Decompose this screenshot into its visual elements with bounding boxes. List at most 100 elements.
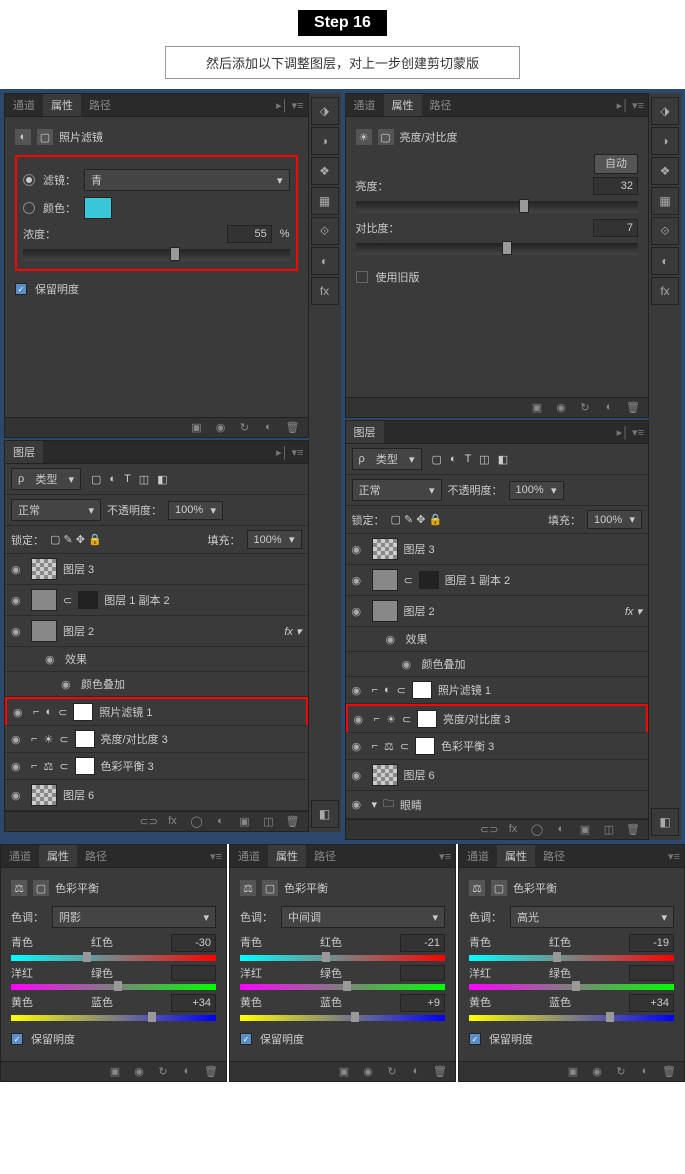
view-icon[interactable]: ◐ [178, 1065, 196, 1078]
tone-select[interactable]: 中间调▾ [281, 906, 445, 928]
panel-menu-icon[interactable]: ▸│ ▾≡ [613, 426, 648, 439]
tab-properties[interactable]: 属性 [497, 845, 535, 867]
layer-name[interactable]: 图层 6 [63, 787, 94, 803]
tab-path[interactable]: 路径 [77, 845, 115, 867]
layer-name[interactable]: 色彩平衡 3 [441, 738, 494, 754]
layer-thumb[interactable] [372, 600, 398, 622]
layer-kind-select[interactable]: ρ 类型▾ [352, 448, 422, 470]
new-icon[interactable]: ◫ [600, 823, 618, 836]
tab-properties[interactable]: 属性 [268, 845, 306, 867]
view-icon[interactable]: ◐ [407, 1065, 425, 1078]
tool-icon[interactable]: ◧ [651, 808, 679, 836]
link-icon[interactable]: ⊂⊃ [480, 823, 498, 836]
layer-thumb[interactable] [372, 569, 398, 591]
layer-mask[interactable] [73, 703, 93, 721]
reset-icon[interactable]: ↻ [154, 1065, 172, 1078]
mask-icon[interactable]: ▢ [33, 880, 49, 896]
tab-channel[interactable]: 通道 [459, 845, 497, 867]
eye-icon[interactable]: ◉ [61, 678, 75, 691]
layer-mask[interactable] [412, 681, 432, 699]
view-icon[interactable]: ◐ [636, 1065, 654, 1078]
tool-icon[interactable]: ◧ [311, 800, 339, 828]
highlighted-layer[interactable]: ◉⌐☀⊂亮度/对比度 3 [346, 704, 649, 733]
layer-thumb[interactable] [372, 764, 398, 786]
highlighted-layer[interactable]: ◉⌐◐⊂照片滤镜 1 [5, 697, 308, 726]
layer-mask[interactable] [417, 710, 437, 728]
layer-name[interactable]: 图层 1 副本 2 [104, 592, 169, 608]
tab-channel[interactable]: 通道 [230, 845, 268, 867]
eye-icon[interactable]: ◉ [352, 543, 366, 556]
panel-menu-icon[interactable]: ▸│ ▾≡ [613, 99, 648, 112]
panel-menu-icon[interactable]: ▾≡ [435, 850, 455, 863]
view-icon[interactable]: ◐ [260, 421, 278, 434]
tool-icon[interactable]: ▦ [651, 187, 679, 215]
mask-icon[interactable]: ▢ [378, 129, 394, 145]
eye-icon[interactable]: ◉ [588, 1065, 606, 1078]
adj-icon[interactable]: ◐ [552, 823, 570, 836]
mg-slider[interactable] [11, 984, 216, 990]
filter-radio[interactable] [23, 174, 35, 186]
layer-name[interactable]: 图层 6 [404, 767, 435, 783]
eye-icon[interactable]: ◉ [130, 1065, 148, 1078]
blue-value[interactable]: +34 [629, 994, 674, 1012]
blend-select[interactable]: 正常▾ [11, 499, 101, 521]
layer-mask[interactable] [75, 757, 95, 775]
fx-indicator[interactable]: fx ▾ [284, 625, 301, 638]
green-value[interactable] [629, 965, 674, 981]
tone-select[interactable]: 阴影▾ [52, 906, 216, 928]
eye-icon[interactable]: ◉ [13, 706, 27, 719]
mg-slider[interactable] [240, 984, 445, 990]
layer-name[interactable]: 亮度/对比度 3 [101, 731, 168, 747]
group-icon[interactable]: ▣ [236, 815, 254, 828]
tab-path[interactable]: 路径 [535, 845, 573, 867]
tab-path[interactable]: 路径 [81, 94, 119, 116]
blue-value[interactable]: +9 [400, 994, 445, 1012]
panel-menu-icon[interactable]: ▾≡ [664, 850, 684, 863]
trash-icon[interactable]: 🗑 [624, 823, 642, 836]
clip-icon[interactable]: ▣ [528, 401, 546, 414]
brightness-input[interactable]: 32 [593, 177, 638, 195]
layer-thumb[interactable] [31, 558, 57, 580]
eye-icon[interactable]: ◉ [552, 401, 570, 414]
layer-thumb[interactable] [31, 620, 57, 642]
eye-icon[interactable]: ◉ [354, 713, 368, 726]
eye-icon[interactable]: ◉ [11, 789, 25, 802]
preserve-checkbox[interactable]: ✓ [469, 1033, 481, 1045]
cr-slider[interactable] [469, 955, 674, 961]
eye-icon[interactable]: ◉ [11, 594, 25, 607]
mask-icon[interactable]: ◯ [528, 823, 546, 836]
tool-icon[interactable]: ⟐ [651, 217, 679, 245]
lock-icons[interactable]: ▢ ✎ ✥ 🔒 [391, 513, 443, 526]
lock-icons[interactable]: ▢ ✎ ✥ 🔒 [50, 533, 102, 546]
eye-icon[interactable]: ◉ [352, 684, 366, 697]
blue-value[interactable]: +34 [171, 994, 216, 1012]
filter-icons[interactable]: ▢◐T◫◧ [87, 473, 168, 486]
clip-icon[interactable]: ▣ [564, 1065, 582, 1078]
layer-name[interactable]: 照片滤镜 1 [438, 682, 491, 698]
red-value[interactable]: -19 [629, 934, 674, 952]
mask-icon[interactable]: ▢ [262, 880, 278, 896]
tab-path[interactable]: 路径 [306, 845, 344, 867]
red-value[interactable]: -30 [171, 934, 216, 952]
fill-input[interactable]: 100%▾ [587, 510, 642, 529]
layer-name[interactable]: 图层 2 [404, 603, 435, 619]
tool-icon[interactable]: ⬗ [651, 97, 679, 125]
panel-menu-icon[interactable]: ▸│ ▾≡ [272, 446, 307, 459]
fx-icon[interactable]: fx [504, 823, 522, 836]
tool-icon[interactable]: ❖ [651, 157, 679, 185]
tab-channel[interactable]: 通道 [5, 94, 43, 116]
mask-icon[interactable]: ▢ [37, 129, 53, 145]
link-icon[interactable]: ⊂⊃ [140, 815, 158, 828]
auto-button[interactable]: 自动 [594, 154, 638, 174]
trash-icon[interactable]: 🗑 [284, 815, 302, 828]
fill-input[interactable]: 100%▾ [247, 530, 302, 549]
layer-kind-select[interactable]: ρ 类型▾ [11, 468, 81, 490]
contrast-slider[interactable] [356, 243, 639, 255]
brightness-slider[interactable] [356, 201, 639, 213]
yb-slider[interactable] [240, 1015, 445, 1021]
tool-icon[interactable]: ◐ [311, 247, 339, 275]
tool-icon[interactable]: ▦ [311, 187, 339, 215]
view-icon[interactable]: ◐ [600, 401, 618, 414]
group-arrow[interactable]: ▾ [372, 798, 378, 811]
tab-channel[interactable]: 通道 [1, 845, 39, 867]
